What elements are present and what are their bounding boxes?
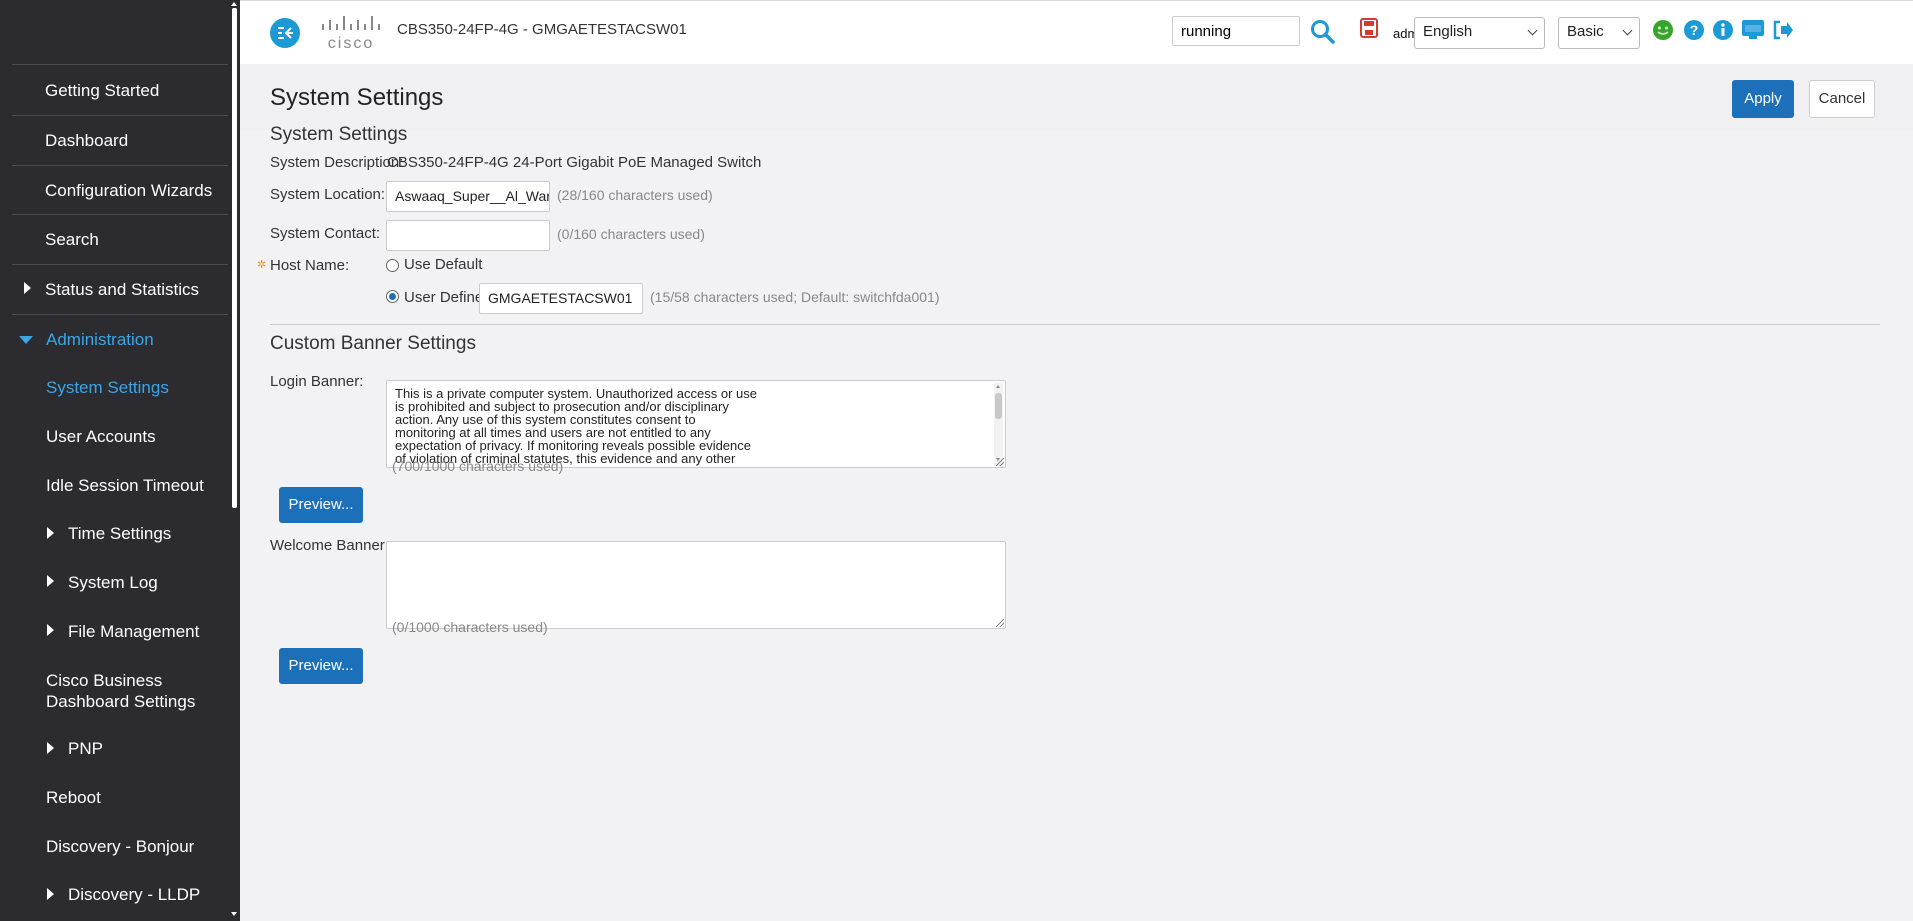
sidebar-item-reboot[interactable]: Reboot — [46, 788, 101, 808]
expand-arrow-icon[interactable] — [47, 624, 54, 636]
use-default-radio[interactable] — [386, 259, 399, 272]
mode-select-value: Basic — [1567, 23, 1604, 40]
sidebar-item-dashboard[interactable]: Dashboard — [45, 131, 128, 151]
menu-toggle-button[interactable] — [270, 18, 300, 48]
sidebar-item-idle-session-timeout[interactable]: Idle Session Timeout — [46, 476, 204, 496]
resize-grip-icon[interactable] — [996, 458, 1004, 466]
sidebar-item-status-and-statistics[interactable]: Status and Statistics — [45, 280, 199, 300]
system-settings-section-title: System Settings — [270, 124, 408, 145]
scroll-thumb[interactable] — [995, 393, 1002, 419]
chevron-down-icon — [1527, 25, 1538, 36]
sidebar-item-getting-started[interactable]: Getting Started — [45, 81, 159, 101]
nav-divider — [12, 115, 228, 116]
sidebar-item-system-settings[interactable]: System Settings — [46, 378, 169, 398]
login-banner-scrollbar[interactable] — [994, 383, 1003, 465]
sidebar-item-time-settings[interactable]: Time Settings — [68, 524, 171, 544]
logout-icon[interactable] — [1771, 19, 1793, 46]
sidebar-item-discovery-bonjour[interactable]: Discovery - Bonjour — [46, 837, 194, 857]
system-description-value: CBS350-24FP-4G 24-Port Gigabit PoE Manag… — [387, 154, 762, 171]
user-defined-radio[interactable] — [386, 290, 399, 303]
system-location-hint: (28/160 characters used) — [557, 187, 713, 203]
help-icon[interactable]: ? — [1683, 19, 1705, 46]
apply-button[interactable]: Apply — [1732, 80, 1794, 118]
expand-arrow-icon[interactable] — [47, 527, 54, 539]
host-name-hint: (15/58 characters used; Default: switchf… — [650, 289, 940, 305]
login-banner-label: Login Banner: — [270, 373, 364, 390]
search-icon[interactable] — [1310, 19, 1336, 50]
sidebar-scrollbar[interactable] — [232, 8, 237, 508]
top-header: cisco CBS350-24FP-4G - GMGAETESTACSW01 a… — [240, 0, 1913, 64]
cancel-button[interactable]: Cancel — [1809, 80, 1875, 118]
sidebar-item-cisco-business-dashboard-settings-line2[interactable]: Dashboard Settings — [46, 692, 195, 712]
nav-divider — [12, 264, 228, 265]
page-title: System Settings — [270, 84, 444, 111]
page-title-bar: System Settings Apply Cancel — [240, 64, 1913, 130]
chevron-down-icon — [1622, 25, 1633, 36]
sidebar-item-cisco-business-dashboard-settings[interactable]: Cisco Business — [46, 671, 162, 691]
system-contact-label: System Contact: — [270, 225, 381, 242]
sidebar-scroll-down-arrow[interactable] — [231, 912, 237, 916]
system-contact-hint: (0/160 characters used) — [557, 226, 705, 242]
expand-arrow-icon[interactable] — [47, 742, 54, 754]
save-icon[interactable] — [1360, 18, 1378, 43]
sidebar-item-pnp[interactable]: PNP — [68, 739, 103, 759]
scroll-up-arrow-icon[interactable] — [996, 385, 1000, 388]
welcome-banner-hint: (0/1000 characters used) — [392, 619, 548, 635]
sidebar-item-system-log[interactable]: System Log — [68, 573, 158, 593]
cisco-business-dashboard-status-icon[interactable] — [1652, 19, 1674, 46]
sidebar-item-file-management[interactable]: File Management — [68, 622, 199, 642]
main-content: System Settings System Description: CBS3… — [240, 124, 1913, 921]
login-banner-hint: (700/1000 characters used) — [392, 458, 564, 474]
sidebar-item-discovery-lldp[interactable]: Discovery - LLDP — [68, 885, 200, 905]
sidebar-item-user-accounts[interactable]: User Accounts — [46, 427, 156, 447]
mode-select[interactable]: Basic — [1558, 17, 1640, 49]
expand-arrow-icon[interactable] — [47, 575, 54, 587]
resize-grip-icon[interactable] — [996, 619, 1004, 627]
login-banner-text: This is a private computer system. Unaut… — [395, 386, 757, 466]
system-description-label: System Description: — [270, 154, 404, 171]
cisco-logo: cisco — [320, 15, 382, 52]
language-select[interactable]: English — [1414, 17, 1545, 49]
language-select-value: English — [1423, 23, 1473, 40]
login-banner-preview-button[interactable]: Preview... — [279, 487, 363, 523]
host-name-input[interactable]: GMGAETESTACSW01 — [479, 283, 643, 314]
nav-divider — [12, 64, 228, 65]
sidebar-item-search[interactable]: Search — [45, 230, 99, 250]
required-gear-icon: ✲ — [257, 259, 267, 271]
collapse-arrow-icon[interactable] — [19, 336, 33, 344]
custom-banner-section-title: Custom Banner Settings — [270, 333, 476, 354]
system-location-label: System Location: — [270, 186, 386, 203]
use-default-label: Use Default — [404, 256, 483, 273]
welcome-banner-textarea[interactable] — [386, 541, 1006, 629]
sidebar-item-administration[interactable]: Administration — [46, 330, 154, 350]
welcome-banner-label: Welcome Banner: — [270, 537, 389, 554]
section-divider — [270, 324, 1880, 325]
login-banner-textarea[interactable]: This is a private computer system. Unaut… — [386, 380, 1006, 468]
nav-divider — [12, 214, 228, 215]
sidebar-scroll-up-arrow[interactable] — [231, 2, 237, 6]
sidebar-item-configuration-wizards[interactable]: Configuration Wizards — [45, 181, 212, 201]
expand-arrow-icon[interactable] — [47, 888, 54, 900]
welcome-banner-preview-button[interactable]: Preview... — [279, 648, 363, 684]
search-input[interactable] — [1172, 16, 1300, 46]
menu-collapse-icon — [278, 27, 293, 39]
device-title: CBS350-24FP-4G - GMGAETESTACSW01 — [397, 21, 687, 38]
system-contact-input[interactable] — [386, 220, 550, 251]
system-location-input[interactable]: Aswaaq_Super__Al_Warqaa — [386, 181, 550, 212]
nav-divider — [12, 314, 228, 315]
sidebar: Getting Started Dashboard Configuration … — [0, 0, 240, 921]
cbd-icon[interactable] — [1741, 18, 1765, 45]
host-name-label: Host Name: — [270, 257, 350, 274]
expand-arrow-icon[interactable] — [24, 282, 31, 294]
nav-divider — [12, 165, 228, 166]
info-icon[interactable] — [1712, 19, 1734, 46]
svg-text:?: ? — [1690, 22, 1699, 38]
svg-text:cisco: cisco — [328, 35, 374, 51]
